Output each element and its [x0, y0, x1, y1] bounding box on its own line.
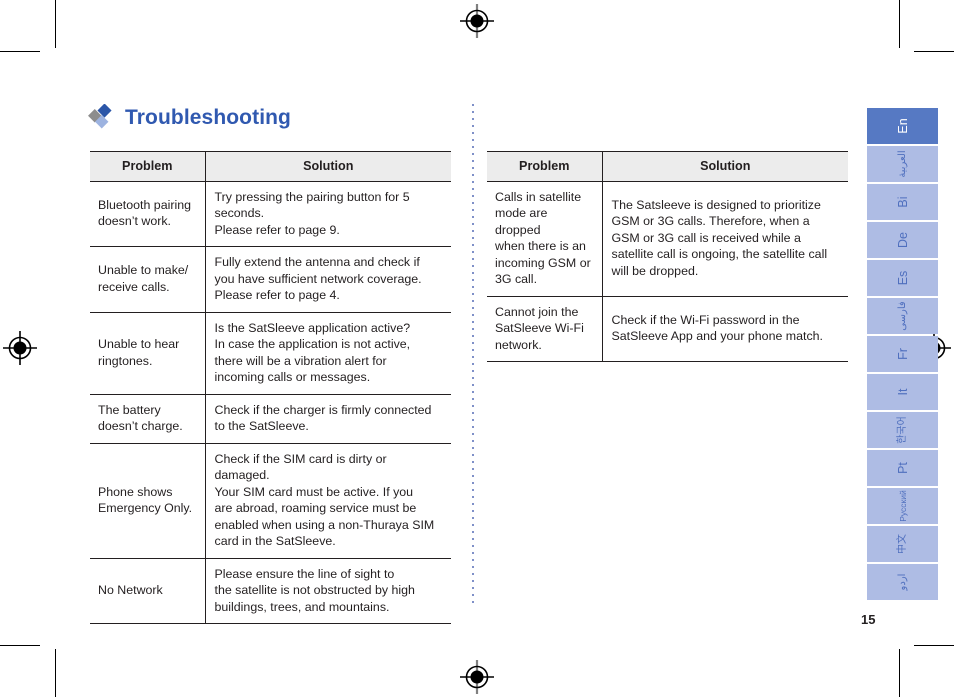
language-tab-zh[interactable]: 中文 — [867, 526, 938, 562]
language-tab-fa[interactable]: فارسی — [867, 298, 938, 334]
troubleshooting-table-left: Problem Solution Bluetooth pairing doesn… — [90, 151, 451, 625]
registration-mark-top — [460, 4, 494, 38]
language-tab-label: Fr — [895, 348, 910, 360]
page-title: Troubleshooting — [125, 106, 291, 129]
language-tab-ko[interactable]: 한국어 — [867, 412, 938, 448]
language-tab-label: Русский — [897, 490, 908, 522]
table-row: Calls in satellite mode are dropped when… — [487, 181, 848, 297]
page-heading: Troubleshooting — [88, 103, 291, 132]
table-row: The battery doesn’t charge. Check if the… — [90, 394, 451, 444]
cell-solution: Check if the SIM card is dirty or damage… — [204, 443, 451, 559]
crop-mark-bottom-left-horizontal — [0, 645, 40, 646]
column-header-solution: Solution — [204, 151, 451, 182]
table-row: Unable to make/ receive calls. Fully ext… — [90, 246, 451, 313]
crop-mark-top-left-vertical — [55, 0, 56, 48]
cell-problem: Bluetooth pairing doesn’t work. — [90, 181, 205, 248]
crop-mark-bottom-left-vertical — [55, 649, 56, 697]
cell-solution: Try pressing the pairing button for 5 se… — [204, 181, 451, 248]
page-number: 15 — [861, 612, 876, 627]
diamond-logo-icon — [88, 103, 116, 132]
language-tab-label: اردو — [896, 573, 908, 591]
table-row: No Network Please ensure the line of sig… — [90, 558, 451, 625]
table-header-row: Problem Solution — [487, 151, 848, 182]
cell-problem: Phone shows Emergency Only. — [90, 443, 205, 559]
cell-problem: Cannot join the SatSleeve Wi-Fi network. — [487, 296, 602, 363]
language-tab-es[interactable]: Es — [867, 260, 938, 296]
cell-solution: Check if the charger is firmly connected… — [204, 394, 451, 444]
language-tab-rail: En العربية Bi De Es فارسی Fr It 한국어 Pt Р… — [867, 108, 938, 602]
registration-mark-bottom — [460, 660, 494, 694]
cell-solution: Fully extend the antenna and check if yo… — [204, 246, 451, 313]
cell-solution: Please ensure the line of sight to the s… — [204, 558, 451, 625]
language-tab-pt[interactable]: Pt — [867, 450, 938, 486]
language-tab-it[interactable]: It — [867, 374, 938, 410]
language-tab-label: Pt — [895, 462, 910, 474]
table-row: Phone shows Emergency Only. Check if the… — [90, 443, 451, 559]
crop-mark-bottom-right-vertical — [899, 649, 900, 697]
language-tab-label: 中文 — [896, 534, 908, 554]
cell-problem: Unable to make/ receive calls. — [90, 246, 205, 313]
cell-problem: No Network — [90, 558, 205, 625]
crop-mark-top-right-vertical — [899, 0, 900, 48]
column-header-problem: Problem — [90, 151, 205, 182]
column-header-problem: Problem — [487, 151, 602, 182]
language-tab-fr[interactable]: Fr — [867, 336, 938, 372]
language-tab-label: 한국어 — [896, 416, 908, 444]
column-header-solution: Solution — [601, 151, 848, 182]
language-tab-de[interactable]: De — [867, 222, 938, 258]
cell-solution: Is the SatSleeve application active? In … — [204, 312, 451, 395]
cell-solution: The Satsleeve is designed to prioritize … — [601, 181, 848, 297]
table-row: Unable to hear ringtones. Is the SatSlee… — [90, 312, 451, 395]
language-tab-en[interactable]: En — [867, 108, 938, 144]
language-tab-label: العربية — [896, 150, 908, 178]
registration-mark-left — [3, 331, 37, 365]
language-tab-label: De — [895, 232, 910, 248]
cell-solution: Check if the Wi-Fi password in the SatSl… — [601, 296, 848, 363]
printed-page: Troubleshooting Problem Solution Bluetoo… — [0, 0, 954, 697]
language-tab-ar[interactable]: العربية — [867, 146, 938, 182]
language-tab-ur[interactable]: اردو — [867, 564, 938, 600]
language-tab-bi[interactable]: Bi — [867, 184, 938, 220]
cell-problem: The battery doesn’t charge. — [90, 394, 205, 444]
troubleshooting-table-right: Problem Solution Calls in satellite mode… — [487, 151, 848, 363]
crop-mark-top-right-horizontal — [914, 51, 954, 52]
table-row: Bluetooth pairing doesn’t work. Try pres… — [90, 181, 451, 248]
language-tab-ru[interactable]: Русский — [867, 488, 938, 524]
table-header-row: Problem Solution — [90, 151, 451, 182]
fold-guide-line — [472, 104, 474, 604]
crop-mark-bottom-right-horizontal — [914, 645, 954, 646]
language-tab-label: Es — [895, 270, 910, 286]
cell-problem: Unable to hear ringtones. — [90, 312, 205, 395]
language-tab-label: En — [895, 118, 910, 134]
language-tab-label: فارسی — [896, 301, 908, 331]
language-tab-label: It — [895, 388, 910, 396]
language-tab-label: Bi — [895, 196, 910, 208]
table-row: Cannot join the SatSleeve Wi-Fi network.… — [487, 296, 848, 363]
crop-mark-top-left-horizontal — [0, 51, 40, 52]
cell-problem: Calls in satellite mode are dropped when… — [487, 181, 602, 297]
